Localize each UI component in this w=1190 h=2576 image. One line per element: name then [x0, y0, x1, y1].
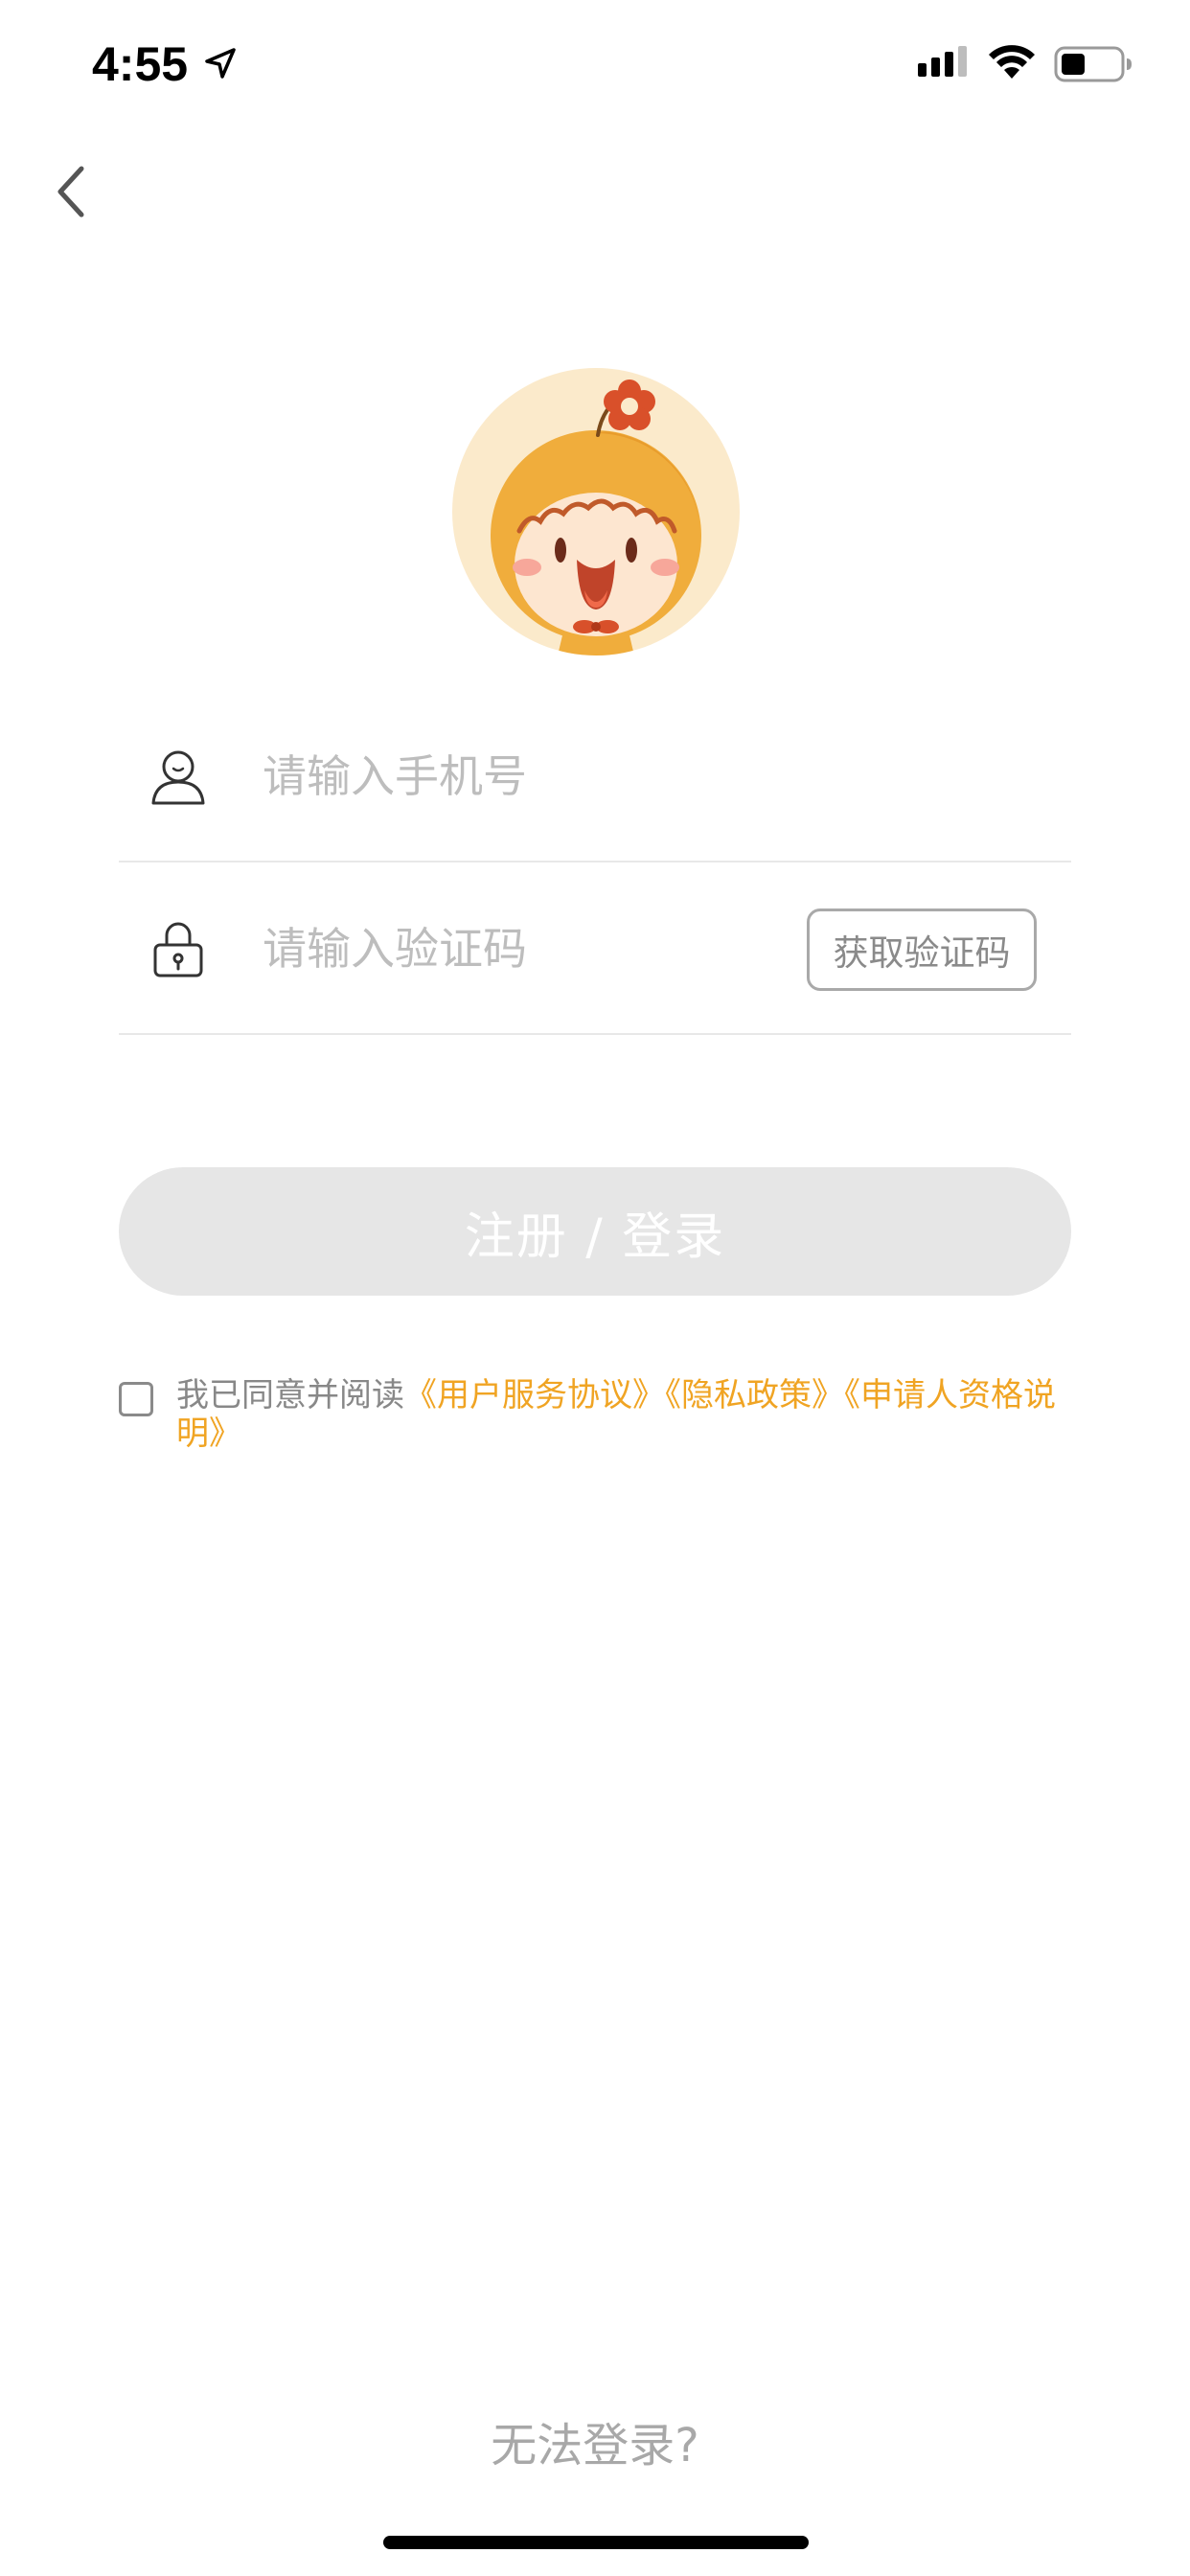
agreement-checkbox[interactable] [119, 1382, 153, 1416]
user-service-agreement-link[interactable]: 《用户服务协议》 [404, 1376, 665, 1414]
battery-icon [1054, 46, 1132, 82]
verification-code-input[interactable] [263, 910, 876, 987]
phone-input[interactable] [263, 738, 876, 815]
status-bar: 4:55 [0, 0, 1190, 130]
location-arrow-icon [205, 48, 236, 79]
cellular-signal-icon [918, 46, 967, 77]
cannot-login-container: 无法登录? [0, 2407, 1190, 2474]
avatar [452, 368, 740, 656]
privacy-policy-link[interactable]: 《隐私政策》 [665, 1376, 844, 1414]
home-indicator[interactable] [383, 2536, 809, 2549]
agreement-prefix: 我已同意并阅读 [176, 1376, 404, 1414]
back-button[interactable] [38, 153, 105, 230]
cannot-login-link[interactable]: 无法登录? [491, 2419, 698, 2472]
user-icon [151, 750, 205, 805]
status-time: 4:55 [92, 37, 189, 91]
phone-row [119, 688, 1071, 862]
agreement-text: 我已同意并阅读《用户服务协议》《隐私政策》《申请人资格说明》 [176, 1376, 1077, 1453]
chevron-left-icon [57, 166, 84, 218]
register-login-button[interactable]: 注册 / 登录 [119, 1167, 1071, 1296]
lock-icon [153, 922, 203, 978]
code-row: 获取验证码 [119, 861, 1071, 1035]
wifi-icon [989, 45, 1035, 79]
get-code-button[interactable]: 获取验证码 [807, 908, 1037, 991]
